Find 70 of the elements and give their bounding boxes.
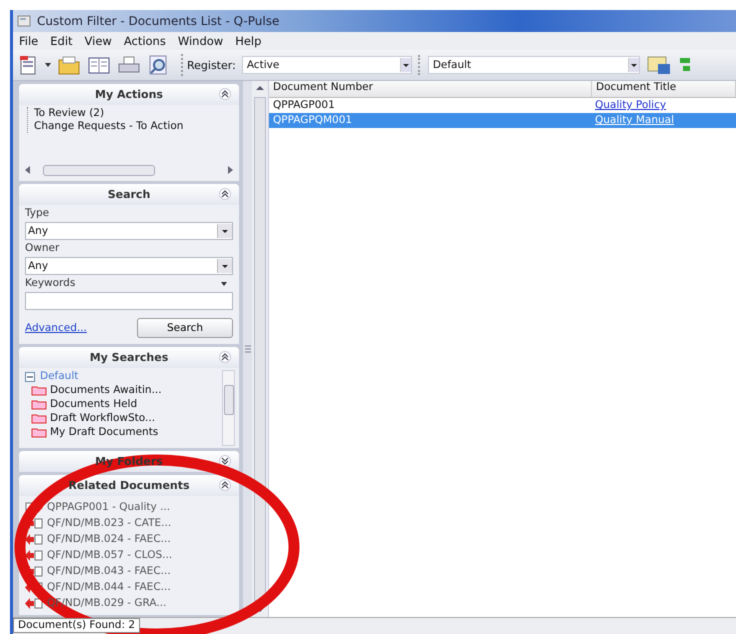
advanced-link[interactable]: Advanced... (25, 322, 87, 334)
search-button[interactable]: Search (137, 318, 233, 338)
folder-icon[interactable] (57, 54, 81, 76)
tree-item[interactable]: Default (40, 370, 78, 383)
horizontal-scrollbar[interactable] (25, 164, 233, 176)
saved-search-item[interactable]: Draft WorkflowSto... (50, 412, 156, 425)
window-title: Custom Filter - Documents List - Q-Pulse (37, 14, 280, 28)
window-app-icon (17, 14, 31, 28)
column-header[interactable]: Document Number (269, 81, 592, 97)
saved-search-item[interactable]: My Draft Documents (50, 426, 158, 439)
folder-icon (31, 427, 47, 438)
view-dropdown[interactable]: Default (428, 56, 640, 74)
related-document-item[interactable]: QF/ND/MB.057 - CLOS... (47, 548, 172, 562)
related-document-item[interactable]: QF/ND/MB.024 - FAEC... (47, 532, 171, 546)
dropdown-caret-icon[interactable] (221, 282, 227, 286)
folder-icon (31, 413, 47, 424)
table-cell-text: QPPAGP001 (272, 99, 336, 112)
register-label: Register: (187, 58, 236, 72)
menu-item[interactable]: Edit (50, 34, 73, 48)
panel-title: Search (108, 188, 150, 201)
menu-item[interactable]: Window (178, 34, 224, 48)
related-document-item[interactable]: QF/ND/MB.023 - CATE... (47, 516, 172, 530)
document-title-link[interactable]: Quality Policy (595, 99, 666, 111)
saved-search-item[interactable]: Documents Awaitin... (50, 384, 162, 397)
related-document-item[interactable]: QF/ND/MB.044 - FAEC... (47, 580, 171, 594)
caret-icon[interactable] (628, 58, 639, 72)
tree-item[interactable]: To Review (2) (34, 107, 233, 120)
collapse-icon[interactable] (219, 188, 231, 200)
expand-icon[interactable] (219, 455, 231, 467)
vertical-scrollbar[interactable] (222, 370, 235, 446)
arrow-document-icon (25, 550, 43, 560)
folder-icon (31, 399, 47, 410)
keywords-field[interactable] (25, 292, 233, 310)
table-cell-text: QPPAGPQM001 (272, 114, 354, 127)
saved-search-item[interactable]: Documents Held (50, 398, 138, 411)
panel-title: My Searches (90, 351, 168, 364)
collapse-icon[interactable] (219, 88, 231, 100)
register-dropdown[interactable]: Active (242, 56, 412, 74)
related-document-item[interactable]: QPPAGP001 - Quality ... (47, 500, 170, 514)
panel-title: My Actions (95, 88, 163, 101)
folder-icon (31, 385, 47, 396)
arrow-document-icon (25, 534, 43, 544)
menu-item[interactable]: Help (235, 34, 262, 48)
caret-icon[interactable] (217, 259, 232, 273)
keywords-label: Keywords (25, 277, 76, 290)
owner-dropdown[interactable]: Any (25, 257, 233, 275)
caret-icon[interactable] (400, 58, 411, 72)
caret-icon[interactable] (217, 224, 232, 238)
type-label: Type (25, 207, 50, 220)
scroll-right-icon[interactable] (227, 166, 233, 174)
related-document-item[interactable]: QF/ND/MB.043 - FAEC... (47, 564, 171, 578)
collapse-tree-icon[interactable] (25, 372, 35, 382)
column-header[interactable]: Document Title (592, 81, 736, 97)
owner-label: Owner (25, 242, 60, 255)
scroll-left-icon[interactable] (25, 166, 31, 174)
menu-item[interactable]: Actions (124, 34, 166, 48)
type-dropdown[interactable]: Any (25, 222, 233, 240)
collapse-icon[interactable] (219, 351, 231, 363)
menu-item[interactable]: View (84, 34, 112, 48)
status-text: Document(s) Found: 2 (13, 618, 140, 633)
dropdown-caret-icon[interactable] (45, 63, 51, 67)
panel-title: Related Documents (68, 479, 190, 492)
save-view-icon[interactable] (646, 54, 672, 76)
table-row[interactable]: QPPAGP001 Quality Policy (269, 98, 736, 113)
vertical-scrollbar[interactable] (252, 81, 269, 617)
collapse-icon[interactable] (219, 479, 231, 491)
arrow-document-icon (25, 598, 43, 608)
menu-item[interactable]: File (19, 34, 38, 48)
tree-item[interactable]: Change Requests - To Action (34, 120, 233, 133)
scroll-up-icon[interactable] (256, 85, 264, 91)
